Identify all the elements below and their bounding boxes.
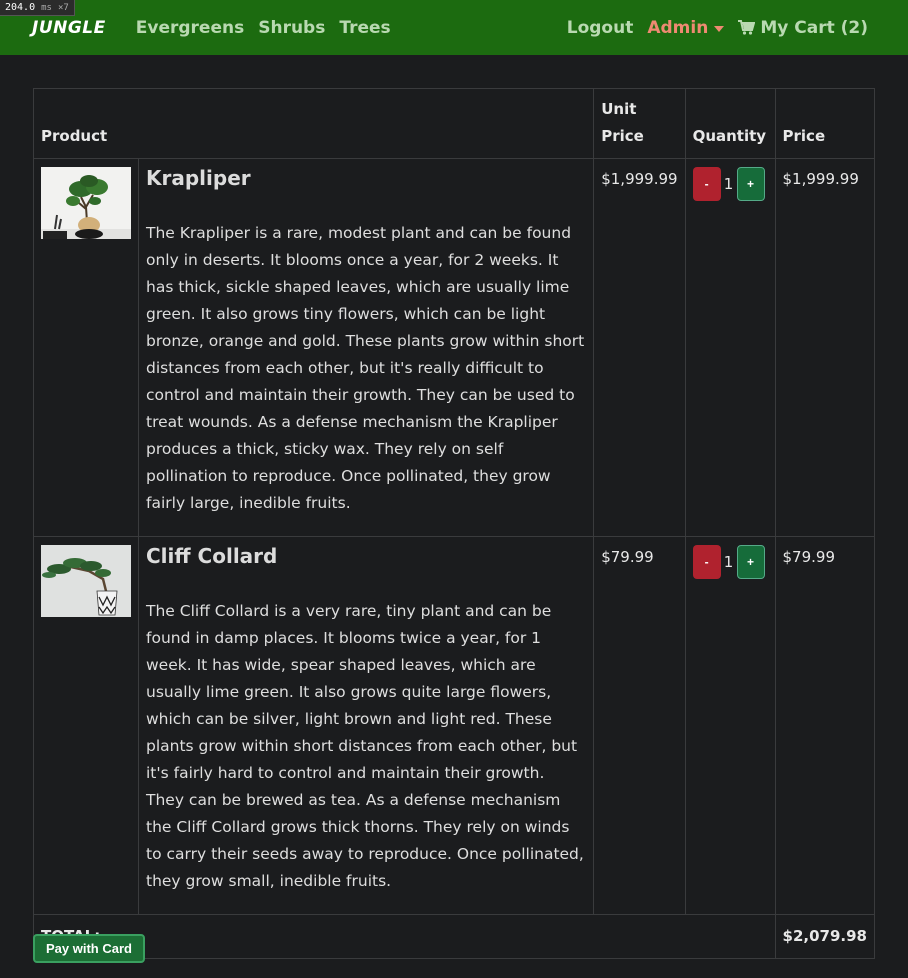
perf-unit: ms: [41, 3, 52, 13]
nav-link-trees[interactable]: Trees: [339, 18, 390, 38]
product-name: Cliff Collard: [146, 544, 278, 568]
table-header-row: Product Unit Price Quantity Price: [32, 88, 876, 159]
line-price-cell: $79.99: [774, 536, 876, 915]
my-cart-label: My Cart (2): [760, 17, 868, 38]
quantity-cell: - 1 +: [684, 536, 776, 915]
nav-categories: Evergreens Shrubs Trees: [136, 18, 391, 38]
header-unit-price: Unit Price: [593, 88, 686, 159]
caret-down-icon: [714, 25, 725, 32]
admin-label: Admin: [647, 17, 709, 38]
product-info-cell: Cliff Collard The Cliff Collard is a ver…: [137, 536, 595, 915]
my-cart-link[interactable]: My Cart (2): [738, 18, 868, 38]
top-navbar: JUNGLE Evergreens Shrubs Trees Logout Ad…: [0, 0, 908, 55]
product-image-krapliper[interactable]: [41, 167, 131, 239]
table-row: Krapliper The Krapliper is a rare, modes…: [33, 158, 876, 537]
decrease-quantity-button[interactable]: -: [692, 545, 721, 579]
product-description: The Cliff Collard is a very rare, tiny p…: [146, 602, 584, 890]
quantity-value: 1: [723, 552, 734, 571]
unit-price-cell: $79.99: [593, 536, 686, 915]
quantity-cell: - 1 +: [684, 158, 776, 537]
product-description: The Krapliper is a rare, modest plant an…: [146, 224, 585, 512]
nav-account: Logout Admin My Cart (2): [567, 18, 868, 38]
total-value: $2,079.98: [774, 914, 876, 959]
product-image-cell: [33, 536, 139, 915]
header-price: Price: [774, 88, 876, 159]
quantity-value: 1: [723, 174, 734, 193]
total-row: TOTAL: $2,079.98: [33, 914, 876, 959]
nav-link-shrubs[interactable]: Shrubs: [258, 18, 325, 38]
admin-dropdown[interactable]: Admin: [647, 17, 725, 38]
product-info-cell: Krapliper The Krapliper is a rare, modes…: [137, 158, 595, 537]
shopping-cart-icon: [738, 20, 756, 35]
increase-quantity-button[interactable]: +: [736, 545, 765, 579]
product-name: Krapliper: [146, 166, 251, 190]
nav-link-evergreens[interactable]: Evergreens: [136, 18, 244, 38]
quantity-stepper: - 1 +: [692, 545, 768, 579]
brand-logo[interactable]: JUNGLE: [32, 18, 106, 38]
quantity-stepper: - 1 +: [692, 167, 768, 201]
unit-price-cell: $1,999.99: [593, 158, 686, 537]
product-image-cell: [33, 158, 139, 537]
pay-with-card-button[interactable]: Pay with Card: [33, 934, 145, 963]
product-image-cliff-collard[interactable]: [41, 545, 131, 617]
perf-badge: 204.0 ms ×7: [0, 0, 75, 16]
header-product: Product: [32, 88, 595, 159]
cart-table: Product Unit Price Quantity Price Krapli…: [32, 88, 876, 959]
decrease-quantity-button[interactable]: -: [692, 167, 721, 201]
logout-link[interactable]: Logout: [567, 18, 634, 38]
perf-time: 204.0: [5, 2, 36, 13]
perf-multiplier: ×7: [58, 3, 69, 13]
line-price-cell: $1,999.99: [774, 158, 876, 537]
increase-quantity-button[interactable]: +: [736, 167, 765, 201]
table-row: Cliff Collard The Cliff Collard is a ver…: [33, 536, 876, 915]
header-quantity: Quantity: [684, 88, 776, 159]
